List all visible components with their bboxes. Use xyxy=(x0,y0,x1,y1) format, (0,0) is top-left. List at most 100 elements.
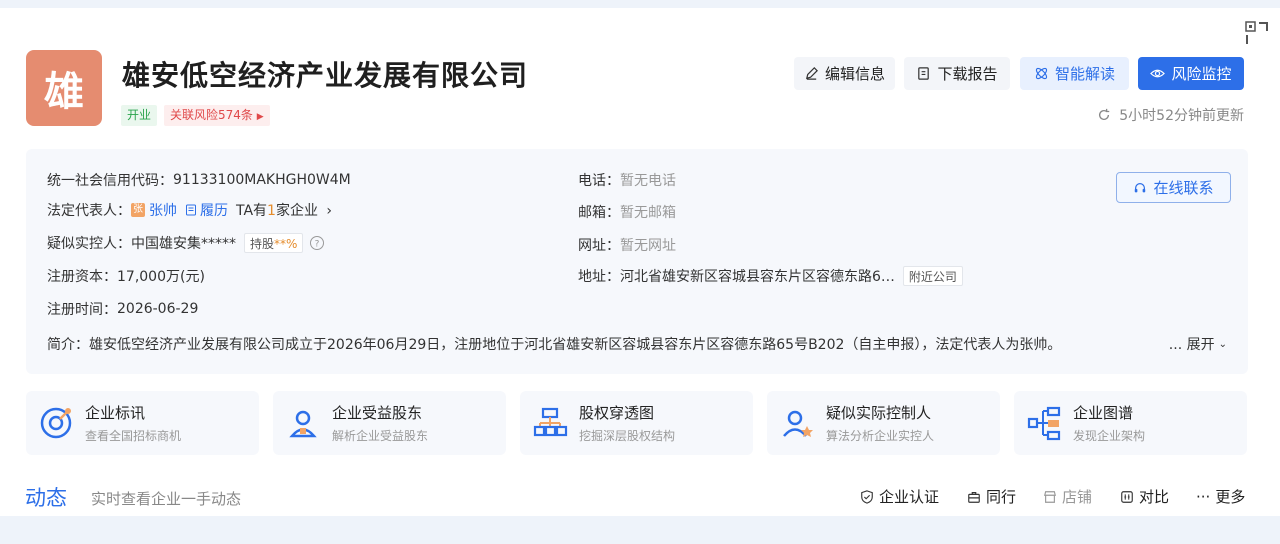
download-report-label: 下载报告 xyxy=(937,65,998,83)
feature-equity-chart[interactable]: 股权穿透图 挖掘深层股权结构 xyxy=(520,391,753,455)
caret-right-icon: ▶ xyxy=(256,112,264,122)
shop-button[interactable]: 店铺 xyxy=(1043,486,1092,507)
update-time-text: 5小时52分钟前更新 xyxy=(1119,108,1244,124)
edit-info-button[interactable]: 编辑信息 xyxy=(794,57,895,90)
controller-row: 疑似实控人： 中国雄安集***** 持股**% ? xyxy=(47,233,325,253)
legal-rep-label: 法定代表人： xyxy=(47,203,131,219)
ai-analysis-button[interactable]: 智能解读 xyxy=(1020,57,1129,90)
feature-desc: 发现企业架构 xyxy=(1073,429,1146,443)
briefcase-icon xyxy=(968,491,980,503)
expand-label: ... 展开 xyxy=(1168,337,1215,353)
ta-companies-link[interactable]: TA有1家企业 › xyxy=(236,200,332,220)
person-star-icon xyxy=(783,410,813,437)
feature-title: 企业标讯 xyxy=(85,404,146,422)
capital-row: 注册资本： 17,000万(元) xyxy=(47,266,205,286)
website-row: 网址： 暂无网址 xyxy=(578,235,676,255)
help-icon[interactable]: ? xyxy=(309,235,325,251)
target-icon xyxy=(40,407,72,439)
qr-corner-icon[interactable] xyxy=(1244,20,1270,46)
feature-desc: 算法分析企业实控人 xyxy=(826,429,935,443)
share-value: **% xyxy=(274,237,298,251)
resume-label: 履历 xyxy=(200,203,228,219)
credit-code-row: 统一社会信用代码： 91133100MAKHGH0W4M xyxy=(47,170,351,190)
website-value: 暂无网址 xyxy=(620,238,676,254)
ta-suffix: 家企业 xyxy=(275,203,318,219)
company-info-box: 统一社会信用代码： 91133100MAKHGH0W4M 法定代表人： 张 张帅… xyxy=(26,149,1248,374)
share-tag: 持股**% xyxy=(244,233,304,253)
legal-rep-row: 法定代表人： 张 张帅 履历 TA有1家企业 › xyxy=(47,200,332,220)
chevron-right-icon: › xyxy=(326,203,333,219)
risk-monitor-button[interactable]: 风险监控 xyxy=(1138,57,1244,90)
compare-label: 对比 xyxy=(1139,488,1170,506)
risk-badge[interactable]: 关联风险574条 ▶ xyxy=(164,105,270,126)
peers-button[interactable]: 同行 xyxy=(967,486,1016,507)
headset-icon xyxy=(1135,182,1146,192)
ai-atom-icon xyxy=(1035,67,1048,80)
website-label: 网址： xyxy=(578,238,620,254)
chevron-down-icon: ⌄ xyxy=(1218,338,1227,350)
feature-beneficiary[interactable]: 企业受益股东 解析企业受益股东 xyxy=(273,391,506,455)
document-icon xyxy=(918,67,930,80)
credit-code-value: 91133100MAKHGH0W4M xyxy=(173,172,351,188)
person-shield-icon xyxy=(289,410,317,438)
online-contact-label: 在线联系 xyxy=(1153,179,1214,197)
legal-rep-avatar: 张 xyxy=(131,203,145,217)
reg-time-value: 2026-06-29 xyxy=(117,301,199,317)
expand-button[interactable]: ... 展开 ⌄ xyxy=(1169,334,1227,354)
ai-analysis-label: 智能解读 xyxy=(1054,65,1115,83)
more-button[interactable]: ··· 更多 xyxy=(1196,486,1245,507)
resume-link[interactable]: 履历 xyxy=(185,200,228,220)
feature-controller[interactable]: 疑似实际控制人 算法分析企业实控人 xyxy=(767,391,1000,455)
feature-desc: 解析企业受益股东 xyxy=(332,429,429,443)
update-time: 5小时52分钟前更新 xyxy=(1097,105,1244,125)
email-value: 暂无邮箱 xyxy=(620,205,676,221)
refresh-icon[interactable] xyxy=(1097,108,1111,122)
eye-icon xyxy=(1150,69,1166,78)
company-certify-button[interactable]: 企业认证 xyxy=(860,486,939,507)
feature-title: 企业图谱 xyxy=(1073,404,1134,422)
compare-button[interactable]: 对比 xyxy=(1120,486,1169,507)
controller-label: 疑似实控人： xyxy=(47,236,131,252)
company-logo: 雄 xyxy=(26,50,102,126)
org-tree-icon xyxy=(533,407,568,437)
more-label: 更多 xyxy=(1215,488,1246,506)
address-value: 河北省雄安新区容城县容东片区容德东路6… xyxy=(620,269,895,285)
feature-bid-info[interactable]: 企业标讯 查看全国招标商机 xyxy=(26,391,259,455)
risk-badge-label: 关联风险574条 xyxy=(170,108,253,122)
dynamics-tab[interactable]: 动态 xyxy=(25,482,67,512)
edit-info-label: 编辑信息 xyxy=(824,65,885,83)
intro-text: 雄安低空经济产业发展有限公司成立于2026年06月29日，注册地位于河北省雄安新… xyxy=(89,337,1062,353)
graph-nodes-icon xyxy=(1027,406,1061,441)
legal-rep-name[interactable]: 张帅 xyxy=(149,200,177,220)
phone-value: 暂无电话 xyxy=(620,173,676,189)
address-row: 地址： 河北省雄安新区容城县容东片区容德东路6… 附近公司 xyxy=(578,266,963,286)
capital-value: 17,000万(元) xyxy=(117,269,205,285)
risk-monitor-label: 风险监控 xyxy=(1171,65,1232,83)
company-certify-label: 企业认证 xyxy=(879,488,940,506)
status-badge: 开业 xyxy=(121,105,158,126)
online-contact-button[interactable]: 在线联系 xyxy=(1116,172,1231,203)
share-prefix: 持股 xyxy=(250,237,275,251)
intro-row: 简介： 雄安低空经济产业发展有限公司成立于2026年06月29日，注册地位于河北… xyxy=(47,334,1227,354)
feature-title: 企业受益股东 xyxy=(332,404,423,422)
compare-icon xyxy=(1121,490,1133,503)
phone-label: 电话： xyxy=(578,173,620,189)
dynamics-subtitle: 实时查看企业一手动态 xyxy=(91,490,242,508)
company-name: 雄安低空经济产业发展有限公司 xyxy=(122,59,529,92)
ta-count: 1 xyxy=(267,203,276,219)
more-dots-icon: ··· xyxy=(1196,487,1211,506)
shop-icon xyxy=(1044,490,1056,503)
download-report-button[interactable]: 下载报告 xyxy=(904,57,1010,90)
address-label: 地址： xyxy=(578,269,620,285)
svg-text:?: ? xyxy=(315,240,320,250)
ta-prefix: TA有 xyxy=(236,203,268,219)
company-card: 雄 雄安低空经济产业发展有限公司 开业 关联风险574条 ▶ 编辑信息 下载报告… xyxy=(0,8,1280,516)
phone-row: 电话： 暂无电话 xyxy=(578,170,676,190)
controller-name[interactable]: 中国雄安集***** xyxy=(131,233,236,253)
feature-company-graph[interactable]: 企业图谱 发现企业架构 xyxy=(1014,391,1247,455)
feature-title: 疑似实际控制人 xyxy=(826,404,932,422)
credit-code-label: 统一社会信用代码： xyxy=(47,173,173,189)
nearby-companies-button[interactable]: 附近公司 xyxy=(902,266,963,286)
resume-icon xyxy=(186,204,196,216)
feature-desc: 查看全国招标商机 xyxy=(85,429,182,443)
